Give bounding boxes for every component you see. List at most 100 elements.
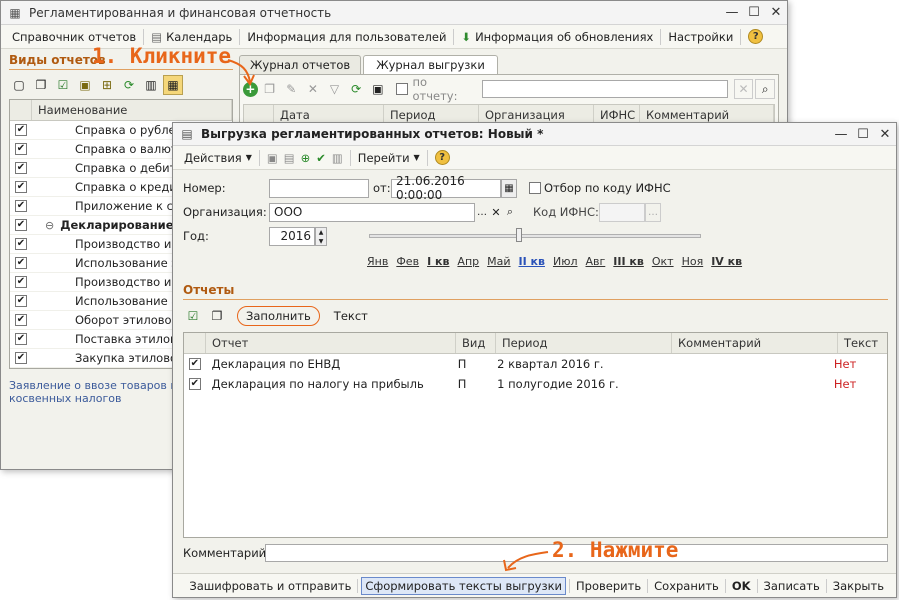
tree-row-checkbox[interactable]: ✔: [15, 200, 27, 212]
fill-button[interactable]: Заполнить: [237, 306, 320, 326]
col-period[interactable]: Период: [496, 333, 672, 353]
period-link[interactable]: I кв: [423, 255, 453, 268]
tree-row-checkbox[interactable]: ✔: [15, 257, 27, 269]
year-input[interactable]: 2016: [269, 226, 315, 246]
col-comment[interactable]: Комментарий: [672, 333, 838, 353]
tree-row-checkbox[interactable]: ✔: [15, 143, 27, 155]
print-icon[interactable]: ▣: [368, 79, 388, 99]
search-icon[interactable]: ⌕: [755, 79, 776, 99]
col-kind[interactable]: Вид: [456, 333, 496, 353]
row-checkbox[interactable]: ✔: [188, 358, 201, 370]
record-button[interactable]: Записать: [758, 578, 827, 593]
refresh-icon[interactable]: ⟳: [119, 75, 139, 95]
goto-menu[interactable]: Перейти ▼: [351, 149, 428, 166]
edit-icon[interactable]: ✎: [281, 79, 301, 99]
period-link[interactable]: Фев: [392, 255, 423, 268]
close-button[interactable]: Закрыть: [827, 579, 890, 593]
tree-row-checkbox[interactable]: ✔: [15, 314, 27, 326]
period-link[interactable]: III кв: [609, 255, 648, 268]
period-link[interactable]: Авг: [582, 255, 610, 268]
collapse-icon[interactable]: ⊖: [45, 219, 54, 232]
search-icon[interactable]: ⌕: [503, 203, 517, 222]
copy-icon[interactable]: ❐: [31, 75, 51, 95]
close-icon[interactable]: ✕: [765, 5, 787, 20]
encrypt-send-button[interactable]: Зашифровать и отправить: [183, 578, 359, 593]
chart-icon[interactable]: ▥: [141, 75, 161, 95]
menu-user-info[interactable]: Информация для пользователей: [240, 28, 455, 45]
document-icon[interactable]: ▤: [284, 151, 295, 165]
tree-row-checkbox[interactable]: ✔: [15, 162, 27, 174]
clear-icon[interactable]: ✕: [489, 203, 503, 222]
table-row[interactable]: ✔ Декларация по налогу на прибыль П 1 полуг…: [184, 374, 887, 394]
period-link[interactable]: Май: [483, 255, 514, 268]
actions-menu[interactable]: Действия ▼: [177, 149, 260, 166]
uncheck-all-icon[interactable]: ❐: [207, 306, 227, 326]
period-link[interactable]: II кв: [515, 255, 549, 268]
delete-icon[interactable]: ✕: [303, 79, 323, 99]
menu-help[interactable]: ?: [741, 29, 770, 45]
period-link[interactable]: Ноя: [678, 255, 708, 268]
select-icon[interactable]: …: [475, 203, 489, 222]
period-link[interactable]: Окт: [648, 255, 678, 268]
tree-icon[interactable]: ▣: [75, 75, 95, 95]
kod-ifns-input[interactable]: [599, 202, 645, 222]
new-icon[interactable]: ▢: [9, 75, 29, 95]
ok-button[interactable]: OK: [726, 578, 758, 593]
refresh-icon[interactable]: ⟳: [346, 79, 366, 99]
tree-row-checkbox[interactable]: ✔: [15, 352, 27, 364]
period-link[interactable]: Апр: [453, 255, 483, 268]
check-all-icon[interactable]: ☑: [183, 306, 203, 326]
col-text[interactable]: Текст: [838, 333, 887, 353]
tree-row-checkbox[interactable]: ✔: [15, 181, 27, 193]
dialog-help-button[interactable]: ?: [428, 150, 457, 166]
check-all-icon[interactable]: ☑: [53, 75, 73, 95]
tree-header-name[interactable]: Наименование: [32, 100, 232, 120]
post-icon[interactable]: ✔: [316, 151, 326, 165]
period-link[interactable]: Июл: [549, 255, 582, 268]
tree-row-checkbox[interactable]: ✔: [15, 276, 27, 288]
filter-by-report-checkbox[interactable]: [395, 83, 408, 95]
save-button[interactable]: Сохранить: [648, 578, 726, 593]
dialog-close-icon[interactable]: ✕: [874, 127, 896, 142]
menu-update-info[interactable]: ⬇ Информация об обновлениях: [454, 28, 662, 45]
dialog-maximize-icon[interactable]: ☐: [852, 127, 874, 142]
organization-input[interactable]: ООО: [269, 202, 475, 222]
menu-reports-directory[interactable]: Справочник отчетов: [5, 28, 145, 45]
tree-row-checkbox[interactable]: ✔: [15, 219, 27, 231]
minimize-icon[interactable]: —: [721, 5, 743, 20]
tree-row-checkbox[interactable]: ✔: [15, 295, 27, 307]
filter-report-input[interactable]: [482, 80, 728, 98]
number-input[interactable]: [269, 178, 369, 198]
table-row[interactable]: ✔ Декларация по ЕНВД П 2 квартал 2016 г. Нет: [184, 354, 887, 374]
dialog-minimize-icon[interactable]: —: [830, 127, 852, 142]
tree-row-checkbox[interactable]: ✔: [15, 333, 27, 345]
date-input[interactable]: 21.06.2016 0:00:00: [391, 174, 501, 202]
year-spinner[interactable]: ▲ ▼: [315, 226, 327, 246]
unpost-icon[interactable]: ▥: [332, 151, 343, 165]
col-report[interactable]: Отчет: [206, 333, 456, 353]
period-link[interactable]: Янв: [363, 255, 392, 268]
ifns-filter-checkbox[interactable]: [529, 182, 541, 194]
row-checkbox[interactable]: ✔: [188, 378, 201, 390]
import-declaration-link[interactable]: Заявление о ввозе товаров и у косвенных …: [9, 379, 189, 405]
check-button[interactable]: Проверить: [569, 578, 649, 593]
tab-export-journal[interactable]: Журнал выгрузки: [363, 55, 498, 74]
generate-texts-button[interactable]: Сформировать тексты выгрузки: [361, 576, 567, 595]
tree-row-checkbox[interactable]: ✔: [15, 238, 27, 250]
add-document-icon[interactable]: ⊕: [301, 151, 311, 165]
period-link[interactable]: IV кв: [707, 255, 746, 268]
tree-expand-icon[interactable]: ⊞: [97, 75, 117, 95]
period-slider[interactable]: [369, 228, 701, 242]
tree-row-checkbox[interactable]: ✔: [15, 124, 27, 136]
folder-view-icon[interactable]: ▦: [163, 75, 183, 95]
calendar-icon[interactable]: ▦: [501, 178, 517, 198]
filter-icon[interactable]: ▽: [325, 79, 345, 99]
save-icon[interactable]: ▣: [267, 151, 278, 165]
text-button[interactable]: Текст: [328, 307, 374, 325]
slider-handle[interactable]: [516, 228, 522, 242]
maximize-icon[interactable]: ☐: [743, 5, 765, 20]
menu-settings[interactable]: Настройки: [661, 28, 742, 45]
select-ifns-icon[interactable]: …: [645, 202, 661, 222]
clear-icon[interactable]: ✕: [733, 79, 754, 99]
menu-calendar[interactable]: ▤ Календарь: [144, 28, 241, 45]
